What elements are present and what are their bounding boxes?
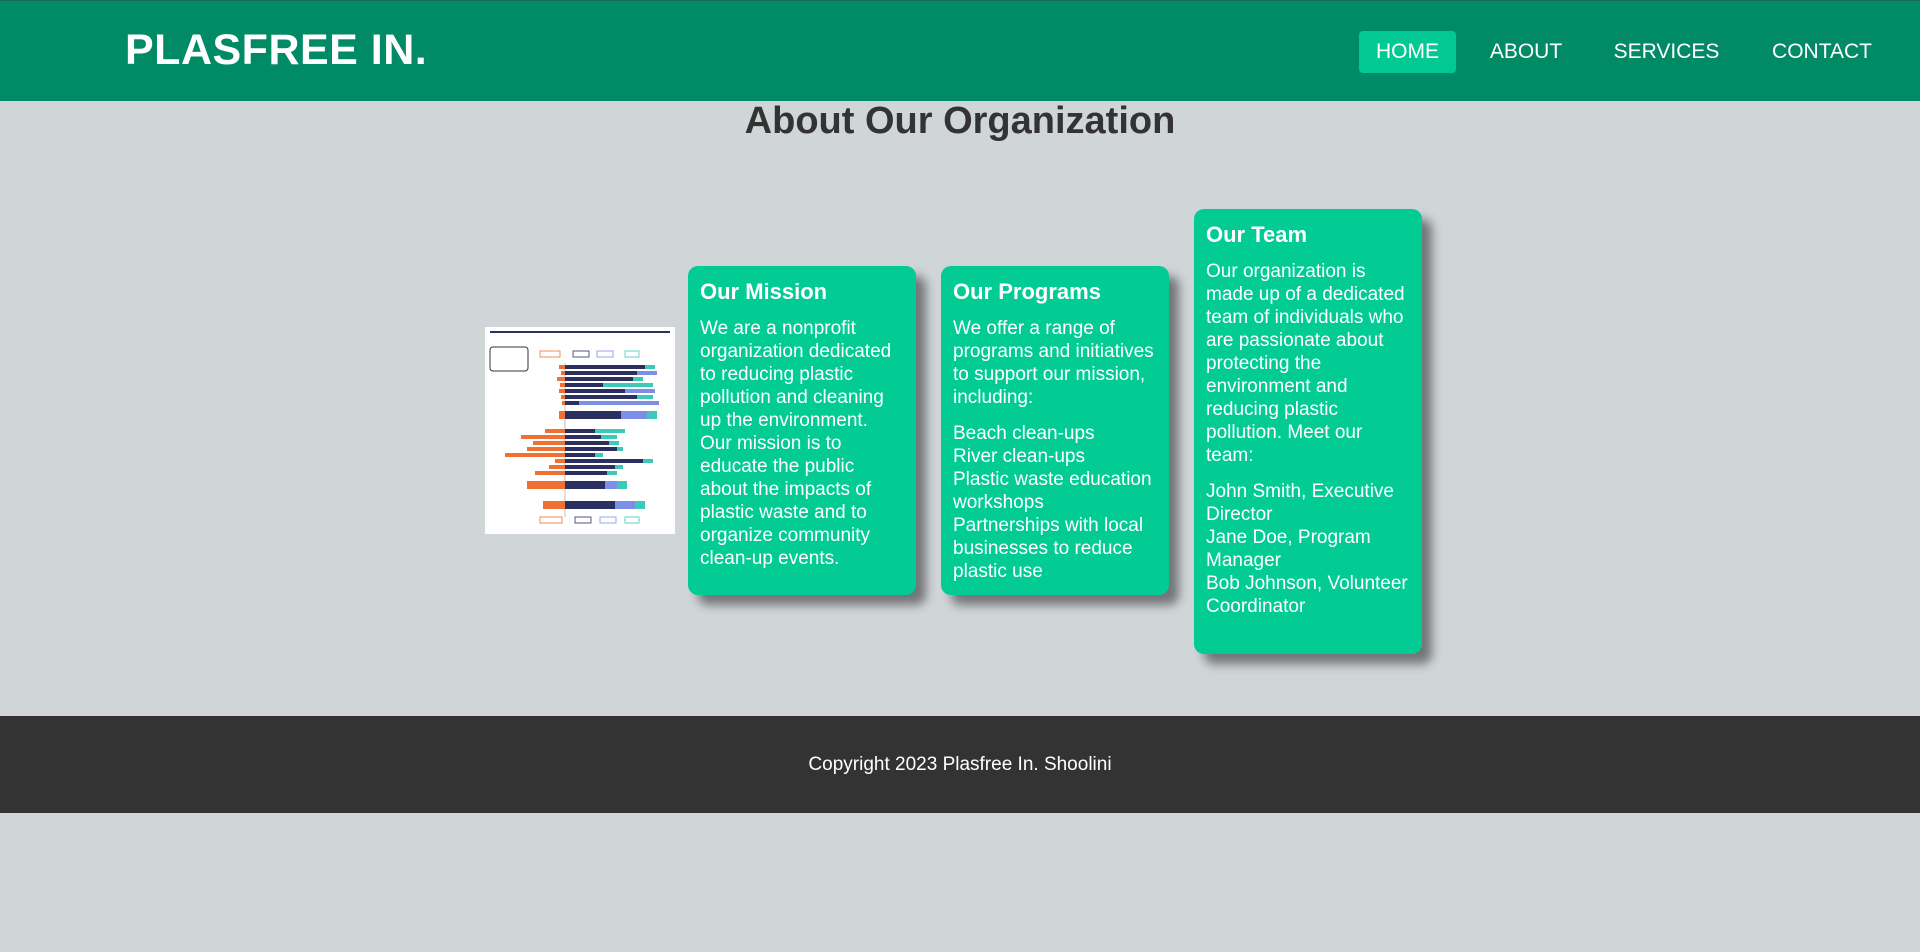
team-card-title: Our Team <box>1206 222 1308 247</box>
nav-contact-link[interactable]: CONTACT <box>1762 31 1882 73</box>
main-nav: HOME ABOUT SERVICES CONTACT <box>0 31 1920 73</box>
mission-card-title: Our Mission <box>700 279 828 304</box>
programs-card-text: We offer a range of programs and initiat… <box>953 318 1154 408</box>
footer-copyright: Copyright 2023 Plasfree In. Shoolini <box>808 754 1112 775</box>
list-item: Partnerships with local businesses to re… <box>953 515 1144 582</box>
mission-card-text: We are a nonprofit organization dedicate… <box>700 318 892 569</box>
list-item: Jane Doe, Program Manager <box>1206 527 1371 571</box>
mission-card: Our Mission We are a nonprofit organizat… <box>688 266 916 595</box>
list-item: Beach clean-ups <box>953 423 1095 444</box>
nav-about-link[interactable]: ABOUT <box>1476 31 1576 73</box>
site-header: PLASFREE IN. HOME ABOUT SERVICES CONTACT <box>0 0 1920 101</box>
site-footer: Copyright 2023 Plasfree In. Shoolini <box>0 716 1920 813</box>
nav-home-link[interactable]: HOME <box>1359 31 1456 73</box>
nav-services-link[interactable]: SERVICES <box>1601 31 1732 73</box>
list-item: River clean-ups <box>953 446 1085 467</box>
programs-list: Beach clean-ups River clean-ups Plastic … <box>953 422 1157 583</box>
team-card-text: Our organization is made up of a dedicat… <box>1206 261 1405 466</box>
plastic-waste-chart-image <box>485 327 675 534</box>
page-title: About Our Organization <box>744 100 1176 142</box>
programs-card-title: Our Programs <box>953 279 1101 304</box>
team-list: John Smith, Executive Director Jane Doe,… <box>1206 480 1410 618</box>
team-card: Our Team Our organization is made up of … <box>1194 209 1422 654</box>
list-item: John Smith, Executive Director <box>1206 481 1394 525</box>
chart-thumbnail-graphic <box>485 327 675 534</box>
programs-card: Our Programs We offer a range of program… <box>941 266 1169 595</box>
list-item: Plastic waste education workshops <box>953 469 1152 513</box>
list-item: Bob Johnson, Volunteer Coordinator <box>1206 573 1408 617</box>
